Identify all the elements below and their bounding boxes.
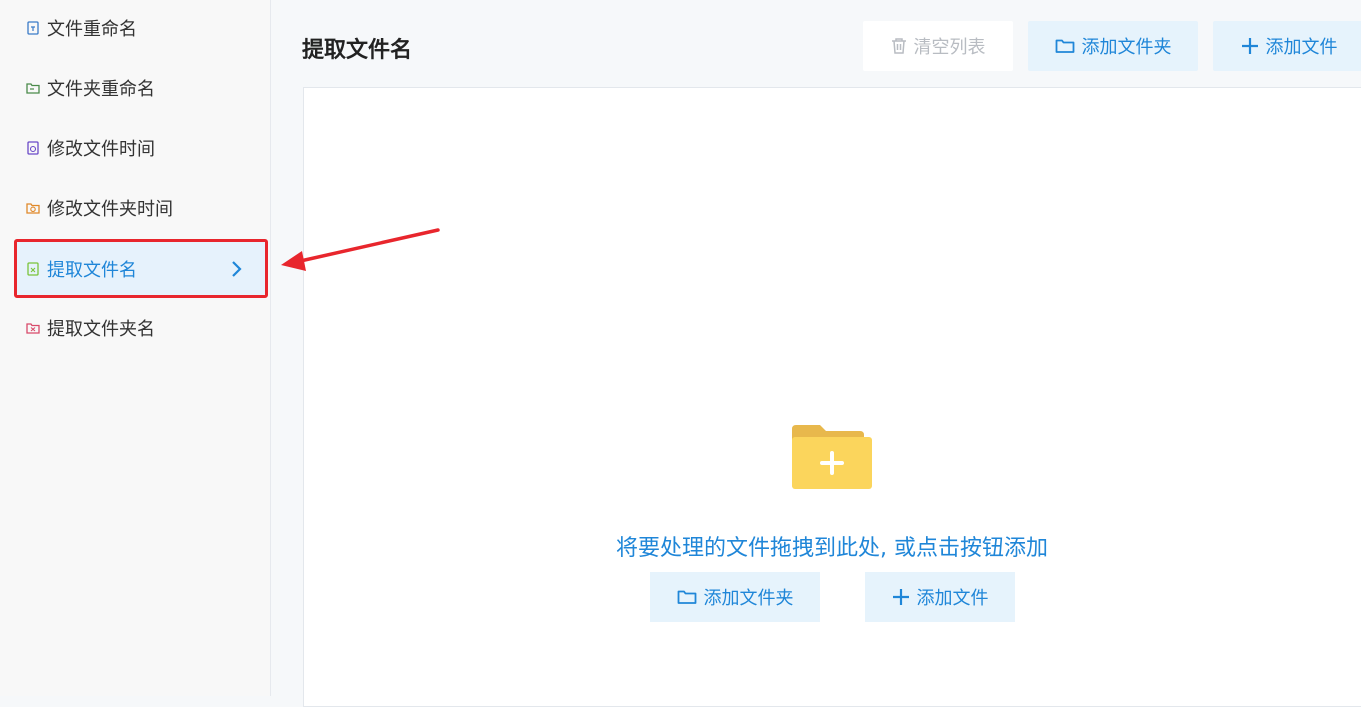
sidebar-item-label: 修改文件夹时间 (47, 199, 173, 220)
center-add-folder-button[interactable]: 添加文件夹 (650, 572, 820, 622)
folder-rename-icon (26, 81, 40, 95)
sidebar-item-modify-folder-time[interactable]: 修改文件夹时间 (16, 180, 265, 236)
center-add-folder-label: 添加文件夹 (703, 588, 794, 609)
add-file-button[interactable]: 添加文件 (1213, 21, 1361, 71)
drop-zone[interactable] (303, 87, 1361, 707)
drop-hint: 将要处理的文件拖拽到此处, 或点击按钮添加 (616, 536, 1048, 561)
sidebar-item-modify-file-time[interactable]: 修改文件时间 (16, 120, 265, 176)
add-folder-button[interactable]: 添加文件夹 (1028, 21, 1198, 71)
folder-clock-icon (26, 201, 40, 215)
plus-icon (892, 589, 909, 605)
sidebar-item-label: 文件夹重命名 (47, 79, 155, 100)
center-add-file-button[interactable]: 添加文件 (865, 572, 1015, 622)
plus-icon (1241, 38, 1258, 54)
sidebar-item-label: 文件重命名 (47, 19, 137, 40)
sidebar-item-folder-rename[interactable]: 文件夹重命名 (16, 60, 265, 116)
file-rename-icon (26, 21, 40, 35)
sidebar-item-label: 修改文件时间 (47, 139, 155, 160)
clear-list-button[interactable]: 清空列表 (863, 21, 1013, 71)
sidebar-item-file-rename[interactable]: 文件重命名 (16, 0, 265, 56)
center-add-file-label: 添加文件 (916, 588, 989, 609)
file-clock-icon (26, 141, 40, 155)
add-folder-label: 添加文件夹 (1081, 37, 1172, 58)
sidebar: 文件重命名 文件夹重命名 修改文件时间 修改文件夹时间 提取文件名 提取文件夹名 (0, 0, 271, 696)
clear-list-label: 清空列表 (913, 37, 986, 58)
sidebar-item-label: 提取文件夹名 (47, 319, 155, 340)
folder-add-icon (790, 423, 874, 495)
folder-icon (1055, 39, 1074, 53)
folder-extract-icon (26, 321, 40, 335)
trash-icon (891, 38, 906, 54)
sidebar-item-label: 提取文件名 (47, 260, 137, 281)
folder-icon (677, 590, 696, 604)
file-extract-icon (26, 262, 40, 276)
add-file-label: 添加文件 (1265, 37, 1338, 58)
sidebar-item-extract-filename[interactable]: 提取文件名 (16, 241, 265, 297)
sidebar-item-extract-foldername[interactable]: 提取文件夹名 (16, 300, 265, 356)
page-title: 提取文件名 (302, 38, 413, 63)
chevron-right-icon (231, 260, 243, 283)
